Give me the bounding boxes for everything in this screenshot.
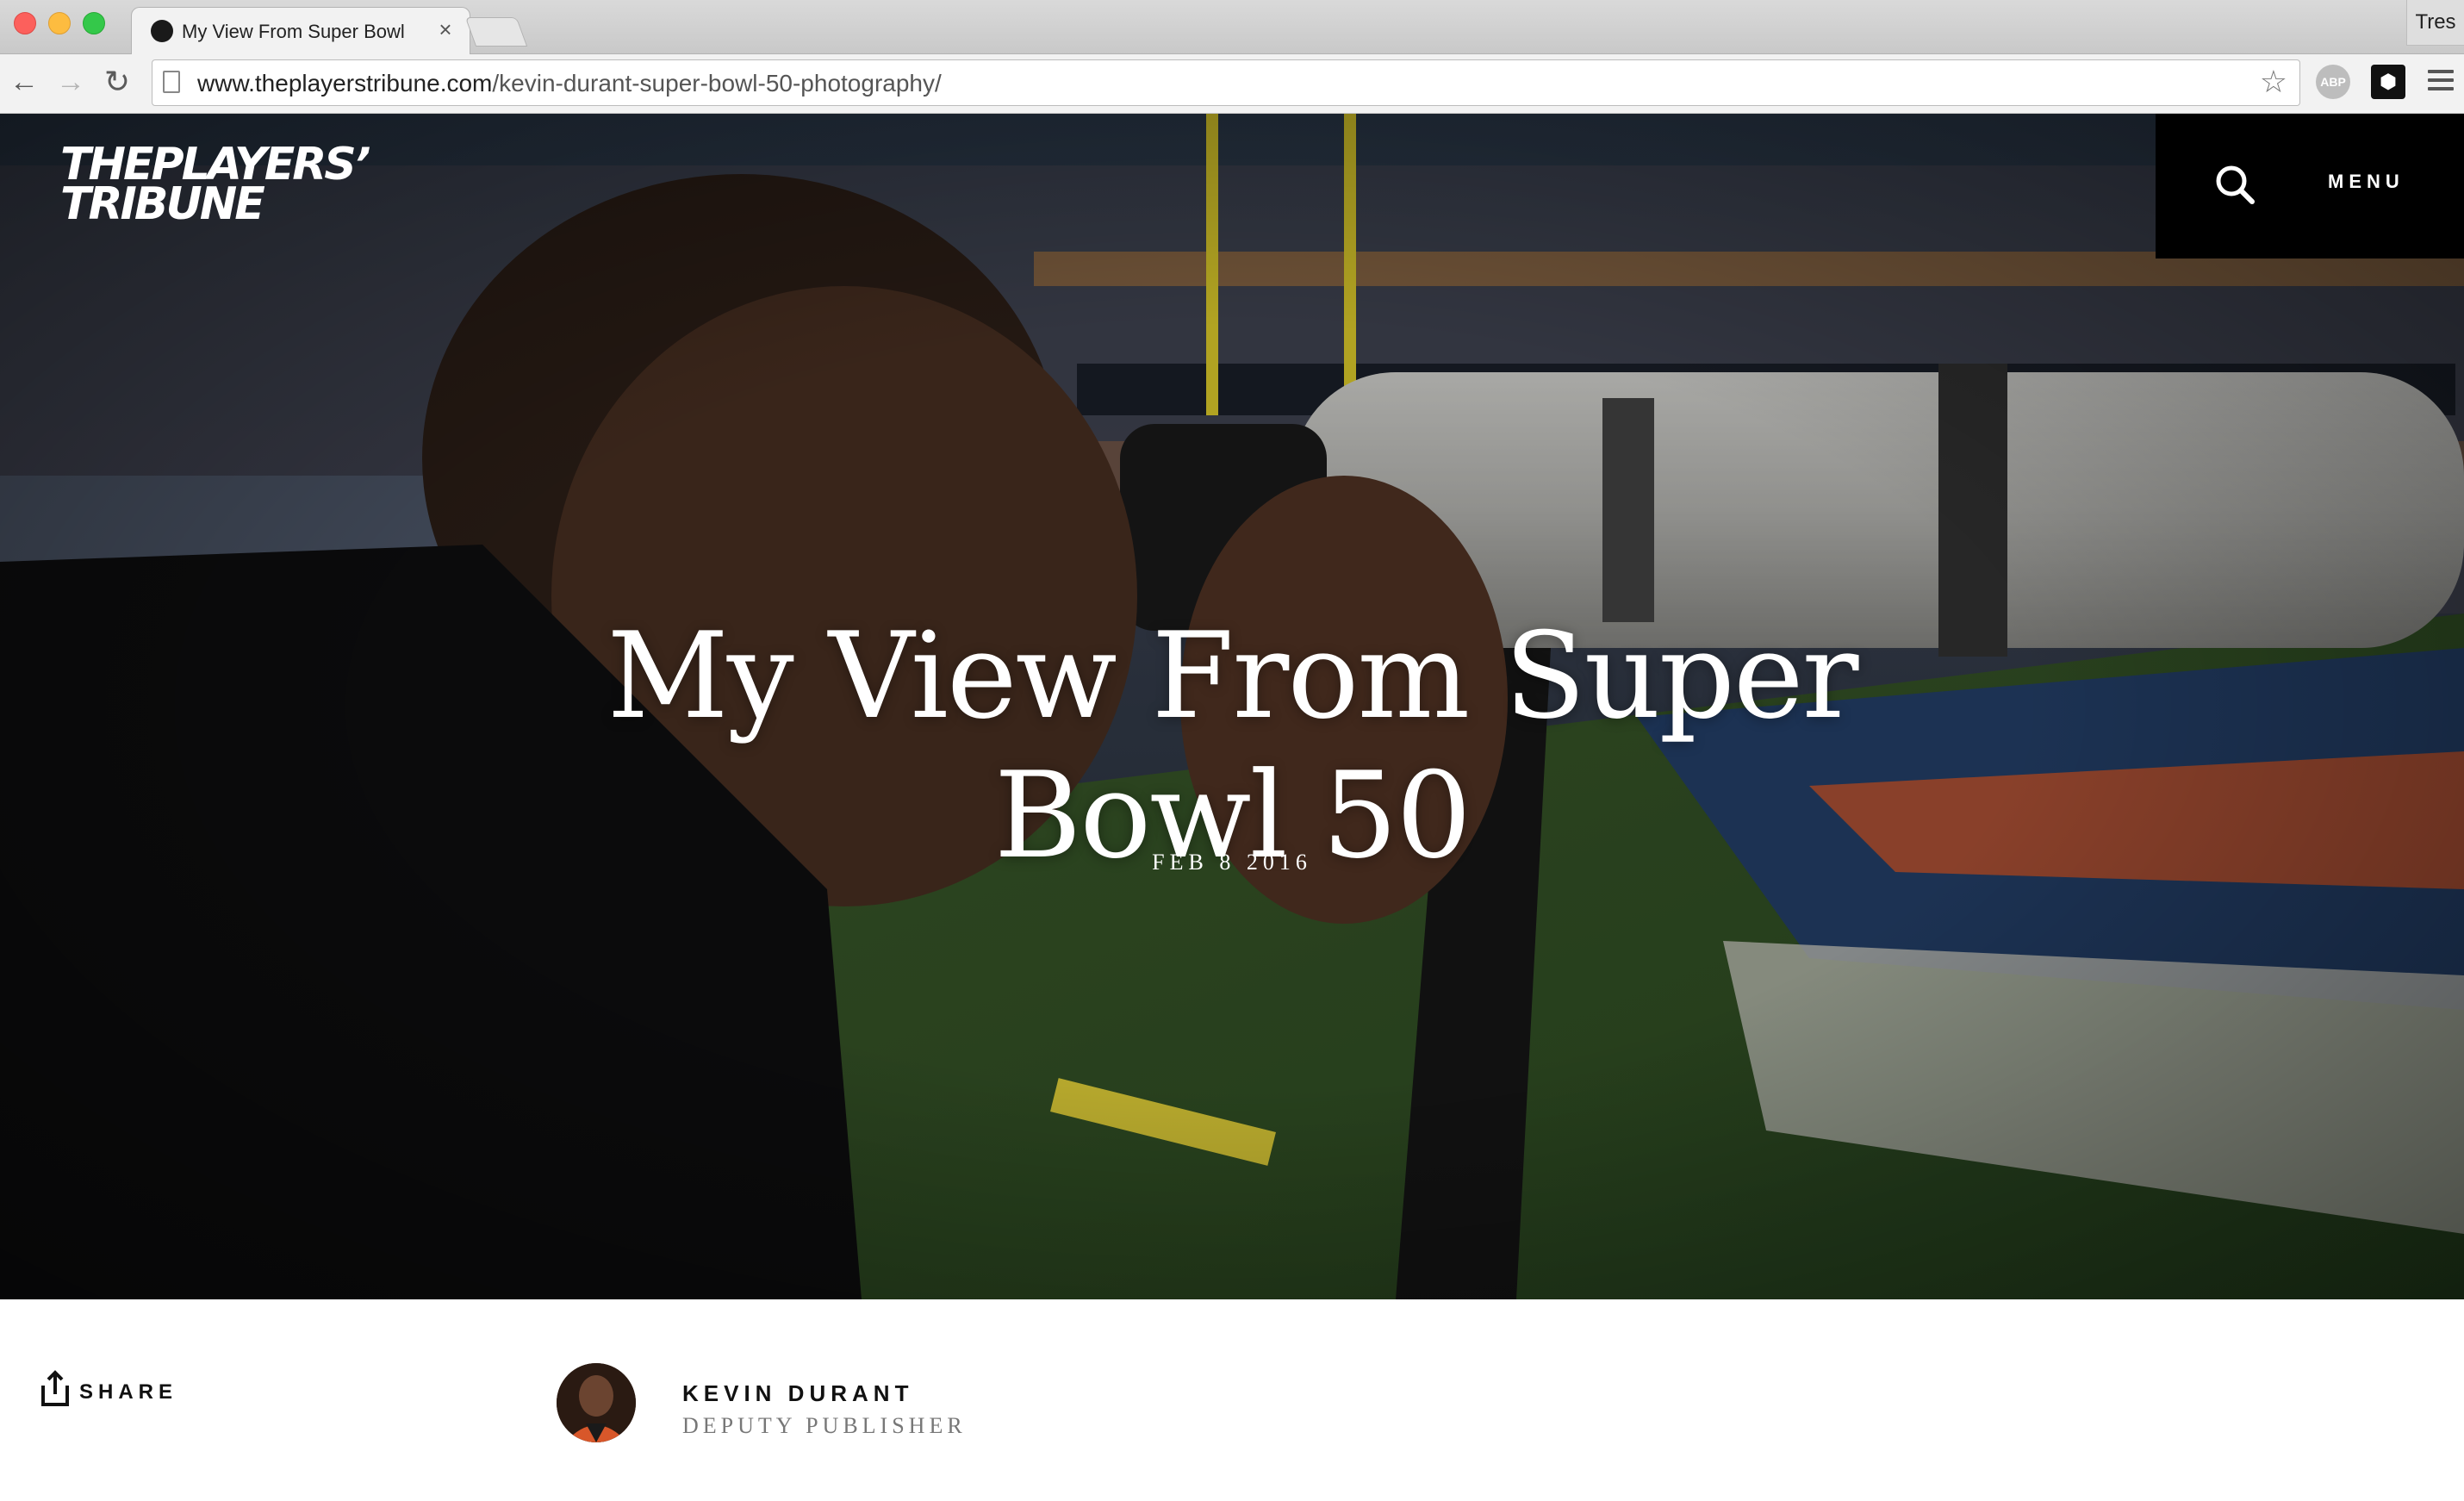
avatar-image: [557, 1363, 636, 1442]
share-label: SHARE: [79, 1380, 178, 1404]
back-arrow-icon[interactable]: ←: [5, 63, 43, 101]
favicon-icon: [151, 20, 173, 42]
article-title: My View From Super Bowl 50: [607, 607, 1858, 886]
share-icon: [41, 1370, 69, 1406]
site-logo[interactable]: THEPLAYERS’ TRIBUNE: [60, 142, 370, 227]
url-path: /kevin-durant-super-bowl-50-photography/: [492, 70, 942, 97]
url-host: www.theplayerstribune.com: [197, 70, 493, 97]
bookmark-star-icon[interactable]: ☆: [2260, 64, 2287, 100]
profile-button[interactable]: Tres: [2406, 0, 2464, 46]
browser-toolbar: ← → ↻ www.theplayerstribune.com/kevin-du…: [0, 54, 2464, 114]
address-bar[interactable]: www.theplayerstribune.com/kevin-durant-s…: [152, 59, 2300, 106]
tab-title: My View From Super Bowl: [182, 21, 405, 42]
window-zoom-button[interactable]: [83, 12, 105, 34]
forward-arrow-icon[interactable]: →: [52, 63, 90, 101]
window-close-button[interactable]: [14, 12, 36, 34]
extension-icon[interactable]: ⬢: [2371, 65, 2405, 99]
hero-banner: THEPLAYERS’ TRIBUNE MENU My View From Su…: [0, 114, 2464, 1299]
tab-close-icon[interactable]: ×: [433, 16, 457, 43]
browser-tab-bar: My View From Super Bowl × Tres: [0, 0, 2464, 54]
article-date: FEB 8 2016: [1152, 850, 1312, 875]
browser-menu-icon[interactable]: [2428, 70, 2454, 96]
browser-tab-active[interactable]: My View From Super Bowl ×: [131, 7, 470, 54]
menu-button[interactable]: MENU: [2328, 171, 2405, 193]
search-icon[interactable]: [2207, 157, 2264, 214]
new-tab-button[interactable]: [464, 17, 528, 47]
author-name[interactable]: KEVIN DURANT: [682, 1380, 913, 1407]
author-avatar[interactable]: [557, 1363, 636, 1442]
author-role: DEPUTY PUBLISHER: [682, 1413, 967, 1438]
url-text[interactable]: www.theplayerstribune.com/kevin-durant-s…: [197, 70, 942, 97]
site-nav: MENU: [2156, 114, 2464, 258]
reload-icon[interactable]: ↻: [98, 63, 136, 101]
adblock-extension-icon[interactable]: ABP: [2316, 65, 2350, 99]
window-minimize-button[interactable]: [48, 12, 71, 34]
page-icon: [163, 71, 180, 93]
